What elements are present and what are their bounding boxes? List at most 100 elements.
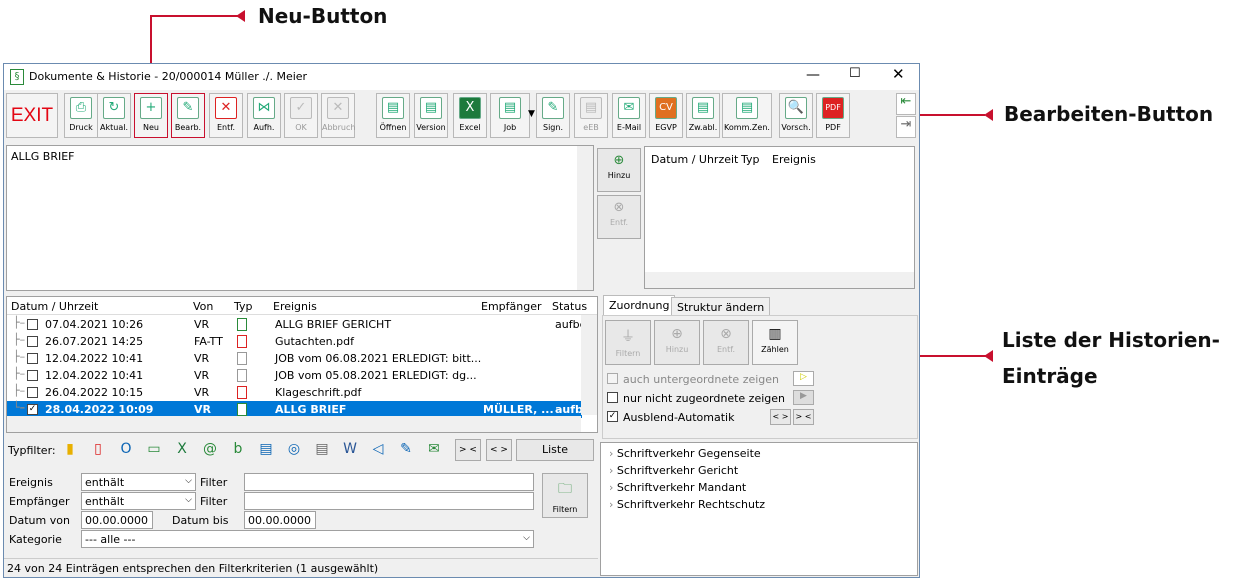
toolbar-button-druck[interactable]: ⎙ Druck [64, 93, 98, 138]
expand-button[interactable]: < > [486, 439, 512, 461]
recipient-mode-select[interactable]: enthält ⌵ [81, 492, 196, 510]
toolbar-button-eeb[interactable]: ▤ eEB [574, 93, 608, 138]
row-checkbox[interactable] [27, 336, 38, 347]
outlook-icon[interactable]: O [116, 438, 136, 460]
col-event[interactable]: Ereignis [273, 300, 317, 313]
job-dropdown-icon[interactable]: ▼ [528, 109, 535, 119]
toolbar-button-ok[interactable]: ✓ OK [284, 93, 318, 138]
table-row[interactable]: ├– 07.04.2021 10:26 VR ALLG BRIEF GERICHT au… [7, 316, 586, 333]
date-to-input[interactable]: 00.00.0000 [244, 511, 316, 529]
horizontal-scrollbar[interactable] [7, 416, 581, 432]
date-from-input[interactable]: 00.00.0000 [81, 511, 153, 529]
toolbar-button-abbruch[interactable]: ✕ Abbruch [321, 93, 355, 138]
toolbar-button-job[interactable]: ▤ Job [490, 93, 530, 138]
excel-icon[interactable]: X [172, 438, 192, 460]
pdf-icon[interactable]: ▯ [88, 438, 108, 460]
col-event[interactable]: Ereignis [772, 153, 816, 166]
collapse-small-button[interactable]: > < [793, 409, 814, 425]
col-from[interactable]: Von [193, 300, 213, 313]
recipient-filter-input[interactable] [244, 492, 534, 510]
tree-item[interactable]: › Schriftverkehr Mandant [609, 481, 746, 494]
tab-assignment[interactable]: Zuordnung [603, 295, 676, 315]
maximize-button[interactable]: ☐ [849, 66, 861, 81]
toolbar-button-aktual[interactable]: ↻ Aktual. [97, 93, 131, 138]
tree-item[interactable]: › Schriftverkehr Gegenseite [609, 447, 761, 460]
toolbar-button-komm-zen[interactable]: ▤ Komm.Zen. [722, 93, 772, 138]
remove-icon: ⊗ [613, 200, 625, 215]
toolbar-button-entf[interactable]: ✕ Entf. [209, 93, 243, 138]
table-row[interactable]: ├– 26.07.2021 14:25 FA-TT Gutachten.pdf [7, 333, 582, 350]
collapse-button[interactable]: > < [455, 439, 481, 461]
list-button[interactable]: Liste [516, 439, 594, 461]
toolbar-button-e-mail[interactable]: ✉ E-Mail [612, 93, 646, 138]
assign-button-filtern[interactable]: ⏚ Filtern [605, 320, 651, 365]
col-datetime[interactable]: Datum / Uhrzeit [651, 153, 738, 166]
toolbar-button-excel[interactable]: X Excel [453, 93, 487, 138]
toolbar-button-öffnen[interactable]: ▤ Öffnen [376, 93, 410, 138]
web-search-icon[interactable]: ◎ [284, 438, 304, 460]
toolbar-button-bearb[interactable]: ✎ Bearb. [171, 93, 205, 138]
category-select[interactable]: --- alle --- ⌵ [81, 530, 534, 548]
col-status[interactable]: Status [552, 300, 587, 313]
remove-button[interactable]: ⊗ Entf. [597, 195, 641, 239]
tree-item[interactable]: › Schriftverkehr Gericht [609, 464, 738, 477]
panel-left-icon[interactable]: ⇤ [896, 93, 916, 115]
toolbar-button-label: Entf. [216, 123, 236, 132]
assign-button-zählen[interactable]: ▥ Zählen [752, 320, 798, 365]
row-checkbox[interactable]: ✓ [27, 404, 38, 415]
assign-button-entf[interactable]: ⊗ Entf. [703, 320, 749, 365]
table-row[interactable]: ├– 26.04.2022 10:15 VR Klageschrift.pdf [7, 384, 582, 401]
panel-right-icon[interactable]: ⇥ [896, 116, 916, 138]
tag-icon[interactable]: ◁ [368, 438, 388, 460]
checkbox-auto-hide[interactable]: ✓ [607, 411, 618, 422]
horizontal-scrollbar[interactable] [645, 272, 914, 288]
edit-icon[interactable]: ✎ [396, 438, 416, 460]
tree-item[interactable]: › Schriftverkehr Rechtschutz [609, 498, 765, 511]
note-icon[interactable]: ▮ [60, 438, 80, 460]
event-mode-select[interactable]: enthält ⌵ [81, 473, 196, 491]
filter-button[interactable]: 🗀 Filtern [542, 473, 588, 518]
close-button[interactable]: ✕ [892, 65, 905, 83]
col-recipient[interactable]: Empfänger [481, 300, 542, 313]
bea-icon[interactable]: b [228, 438, 248, 460]
row-checkbox[interactable] [27, 387, 38, 398]
col-type[interactable]: Typ [741, 153, 760, 166]
toolbar-button-neu[interactable]: + Neu [134, 93, 168, 138]
add-button[interactable]: ⊕ Hinzu [597, 148, 641, 192]
checkbox-include-children[interactable] [607, 373, 618, 384]
vertical-scrollbar[interactable] [581, 315, 597, 415]
toolbar-button-sign[interactable]: ✎ Sign. [536, 93, 570, 138]
toolbar-button-zw-abl[interactable]: ▤ Zw.abl. [686, 93, 720, 138]
play-disabled-icon[interactable]: ▶ [793, 390, 814, 405]
toolbar-button-pdf[interactable]: PDF PDF [816, 93, 850, 138]
toolbar-3-icon: + [140, 97, 162, 119]
row-checkbox[interactable] [27, 319, 38, 330]
document-icon [237, 403, 247, 416]
toolbar-button-label: OK [295, 123, 307, 132]
play-icon[interactable]: ▷ [793, 371, 814, 386]
col-type[interactable]: Typ [234, 300, 253, 313]
send-icon[interactable]: ✉ [424, 438, 444, 460]
table-row[interactable]: ├– 12.04.2022 10:41 VR JOB vom 06.08.2021 E… [7, 350, 582, 367]
row-checkbox[interactable] [27, 353, 38, 364]
exit-button[interactable]: EXIT [6, 93, 58, 138]
word-icon[interactable]: W [340, 438, 360, 460]
col-datetime[interactable]: Datum / Uhrzeit [11, 300, 98, 313]
toolbar-button-aufh[interactable]: ⋈ Aufh. [247, 93, 281, 138]
event-filter-input[interactable] [244, 473, 534, 491]
assign-button-hinzu[interactable]: ⊕ Hinzu [654, 320, 700, 365]
text-document-icon[interactable]: ▤ [312, 438, 332, 460]
vertical-scrollbar[interactable] [577, 146, 593, 290]
folder-icon[interactable]: ▭ [144, 438, 164, 460]
email-at-icon[interactable]: @ [200, 438, 220, 460]
expand-small-button[interactable]: < > [770, 409, 791, 425]
checkbox-unassigned-only[interactable] [607, 392, 618, 403]
event-text-panel[interactable]: ALLG BRIEF [6, 145, 594, 291]
toolbar-button-version[interactable]: ▤ Version [414, 93, 448, 138]
minimize-button[interactable]: — [806, 67, 820, 83]
document-icon[interactable]: ▤ [256, 438, 276, 460]
toolbar-button-egvp[interactable]: CV EGVP [649, 93, 683, 138]
toolbar-button-vorsch[interactable]: 🔍 Vorsch. [779, 93, 813, 138]
table-row[interactable]: ├– 12.04.2022 10:41 VR JOB vom 05.08.2021 E… [7, 367, 582, 384]
row-checkbox[interactable] [27, 370, 38, 381]
